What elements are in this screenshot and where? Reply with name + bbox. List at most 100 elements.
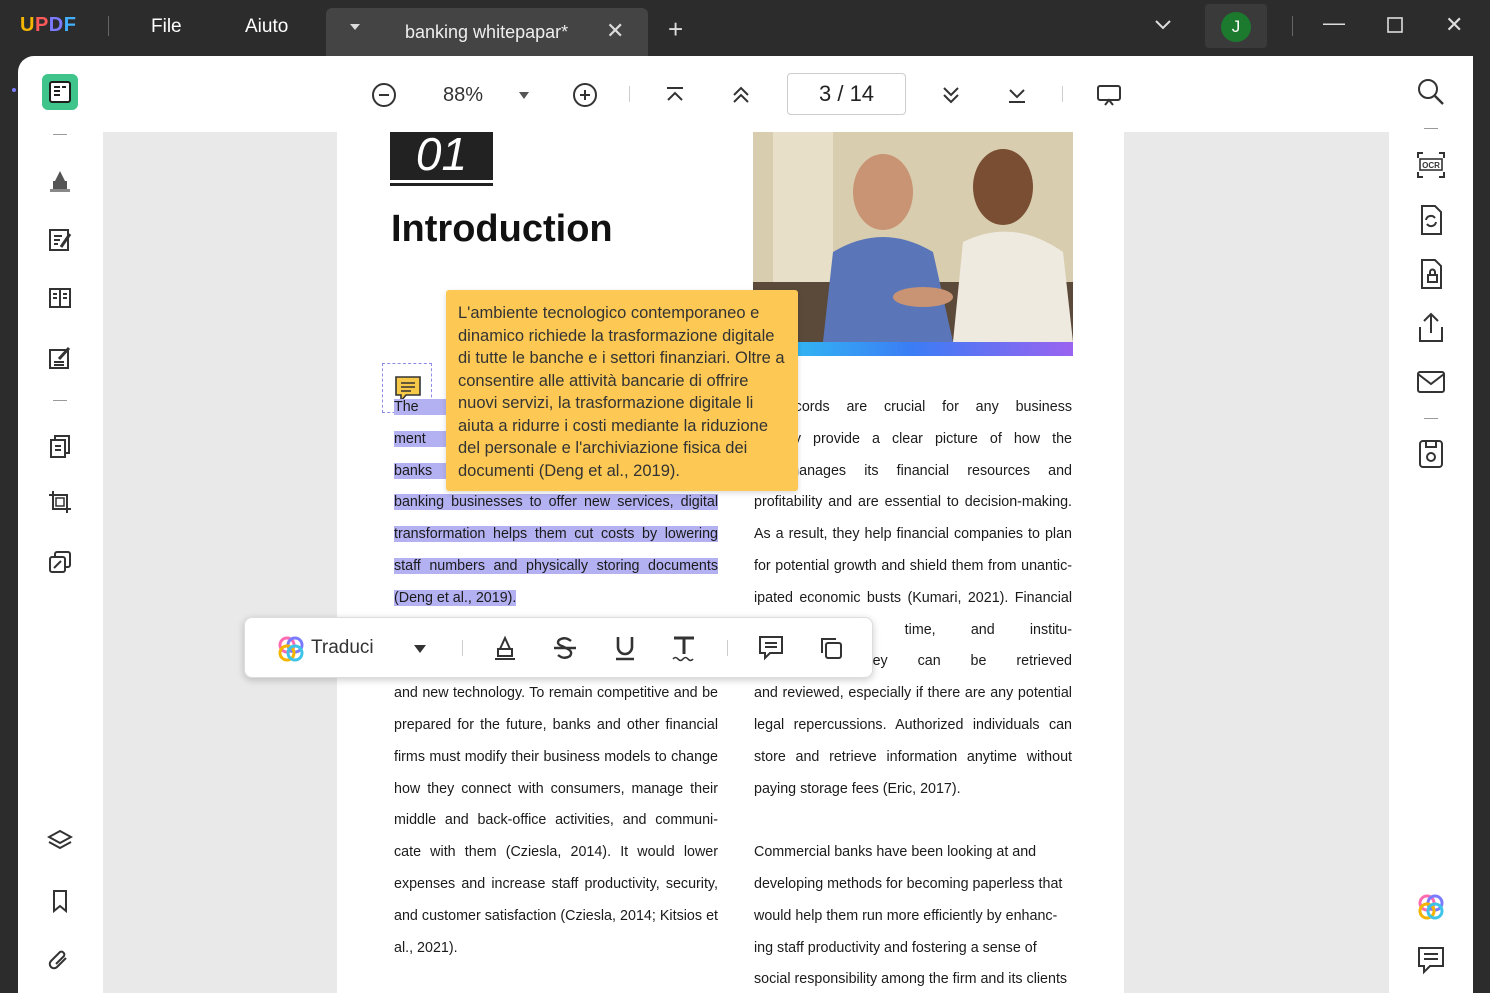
save-icon[interactable]: [1414, 437, 1448, 471]
bookmark-icon[interactable]: [42, 883, 78, 919]
text-line: social responsibility among the firm and…: [754, 964, 1072, 993]
zoom-out-icon[interactable]: [370, 81, 398, 109]
reader-mode-icon[interactable]: [42, 74, 78, 110]
line-text: expenses and increase staff productivity…: [394, 875, 718, 892]
line-text: for potential growth and shield them fro…: [754, 557, 1072, 574]
ocr-icon[interactable]: OCR: [1414, 148, 1448, 182]
menu-help[interactable]: Aiuto: [245, 16, 288, 38]
line-text: ny manages its financial resources and: [754, 462, 1072, 479]
minimize-icon[interactable]: —: [1323, 10, 1345, 36]
line-text: how they connect with consumers, manage …: [394, 780, 718, 797]
form-tool-icon[interactable]: [42, 340, 78, 376]
photo-accent-bar: [753, 342, 1073, 356]
total-pages: 14: [849, 81, 875, 106]
translate-dropdown-icon[interactable]: [414, 645, 426, 653]
search-icon[interactable]: [1414, 75, 1448, 109]
line-text: social responsibility among the firm and…: [754, 971, 1068, 988]
window-edge: [1473, 56, 1490, 993]
crop-icon[interactable]: [42, 484, 78, 520]
document-area: 88% 3 / 14 01 Introduction The ment bank…: [103, 56, 1489, 993]
highlight-icon[interactable]: [490, 633, 520, 663]
page-separator: /: [837, 81, 844, 106]
highlight-tool-icon[interactable]: [42, 162, 78, 198]
text-line: banking businesses to offer new services…: [394, 487, 718, 519]
account-button[interactable]: J: [1205, 4, 1267, 48]
translation-popup: L'ambiente tecnologico contemporaneo e d…: [446, 290, 798, 491]
copy-icon[interactable]: [816, 633, 846, 663]
line-text: staff numbers and physically storing doc…: [394, 557, 718, 574]
batch-icon[interactable]: [42, 544, 78, 580]
text-line: middle and back-office activities, and c…: [394, 805, 718, 837]
text-line: [754, 805, 1072, 837]
line-text: legal repercussions. Authorized individu…: [754, 716, 1072, 733]
text-line: (Deng et al., 2019).: [394, 583, 718, 615]
previous-page-icon[interactable]: [727, 81, 755, 109]
email-icon[interactable]: [1414, 365, 1448, 399]
line-text: Commercial banks have been looking at an…: [754, 844, 1037, 861]
page-tools-icon[interactable]: [42, 428, 78, 464]
divider: [1424, 418, 1438, 419]
title-bar: UPDF File Aiuto banking whitepapar* ✕ + …: [0, 0, 1490, 56]
edit-text-icon[interactable]: [42, 222, 78, 258]
line-text: would help them run more efficiently by …: [754, 907, 1058, 924]
squiggly-text-icon[interactable]: [669, 633, 699, 663]
page-heading: Introduction: [391, 208, 613, 250]
text-line: prepared for the future, banks and other…: [394, 710, 718, 742]
close-tab-icon[interactable]: ✕: [606, 18, 624, 44]
tab-title: banking whitepapar*: [405, 22, 569, 42]
maximize-icon[interactable]: [1387, 17, 1403, 33]
page-indicator[interactable]: 3 / 14: [787, 73, 906, 115]
divider: [108, 16, 109, 36]
divider: [53, 134, 67, 135]
line-text: profitability and are essential to decis…: [754, 494, 1072, 511]
underline-icon[interactable]: [610, 633, 640, 663]
chevron-down-icon[interactable]: [1153, 14, 1173, 34]
text-line: and new technology. To remain competitiv…: [394, 678, 718, 710]
text-line: how they connect with consumers, manage …: [394, 774, 718, 806]
strikethrough-icon[interactable]: [550, 633, 580, 663]
comments-panel-icon[interactable]: [1414, 943, 1448, 977]
zoom-level[interactable]: 88%: [443, 84, 483, 107]
left-sidebar: [12, 56, 103, 993]
protect-icon[interactable]: [1414, 257, 1448, 291]
text-line: al records are crucial for any business: [754, 392, 1072, 424]
add-comment-icon[interactable]: [756, 633, 786, 663]
presentation-icon[interactable]: [1095, 81, 1123, 109]
new-tab-button[interactable]: +: [668, 16, 683, 42]
ai-assistant-icon[interactable]: [1414, 890, 1448, 924]
line-text: As a result, they help financial compani…: [754, 526, 1072, 543]
text-line: ing staff productivity and fostering a s…: [754, 933, 1072, 965]
divider: [1292, 16, 1293, 36]
text-line: profitability and are essential to decis…: [754, 487, 1072, 519]
attachment-icon[interactable]: [42, 943, 78, 979]
line-text: firms must modify their business models …: [394, 748, 718, 765]
divider: [462, 640, 463, 656]
document-tab[interactable]: banking whitepapar* ✕: [326, 8, 648, 56]
convert-icon[interactable]: [1414, 203, 1448, 237]
right-text-column: al records are crucial for any business e…: [754, 392, 1072, 993]
close-window-icon[interactable]: ✕: [1445, 12, 1463, 38]
current-page[interactable]: 3: [819, 81, 831, 106]
next-page-icon[interactable]: [937, 81, 965, 109]
updf-logo: UPDF: [20, 14, 77, 36]
zoom-in-icon[interactable]: [571, 81, 599, 109]
tab-dropdown-icon[interactable]: [350, 24, 360, 30]
text-line: would help them run more efficiently by …: [754, 901, 1072, 933]
layers-icon[interactable]: [42, 823, 78, 859]
line-text: ipated economic busts (Kumari, 2021). Fi…: [754, 589, 1072, 606]
organize-pages-icon[interactable]: [42, 280, 78, 316]
text-line: staff numbers and physically storing doc…: [394, 551, 718, 583]
zoom-dropdown-icon[interactable]: [519, 92, 529, 99]
ai-assistant-icon[interactable]: [277, 635, 305, 663]
svg-text:OCR: OCR: [1422, 161, 1440, 170]
selection-toolbar: Traduci: [244, 617, 873, 678]
right-sidebar: OCR: [1389, 56, 1473, 993]
share-icon[interactable]: [1414, 311, 1448, 345]
last-page-icon[interactable]: [1003, 81, 1031, 109]
line-text: store and retrieve information anytime w…: [754, 748, 1072, 765]
text-line: for potential growth and shield them fro…: [754, 551, 1072, 583]
translate-button[interactable]: Traduci: [311, 637, 374, 659]
divider: [629, 86, 630, 102]
first-page-icon[interactable]: [661, 81, 689, 109]
menu-file[interactable]: File: [151, 16, 182, 38]
